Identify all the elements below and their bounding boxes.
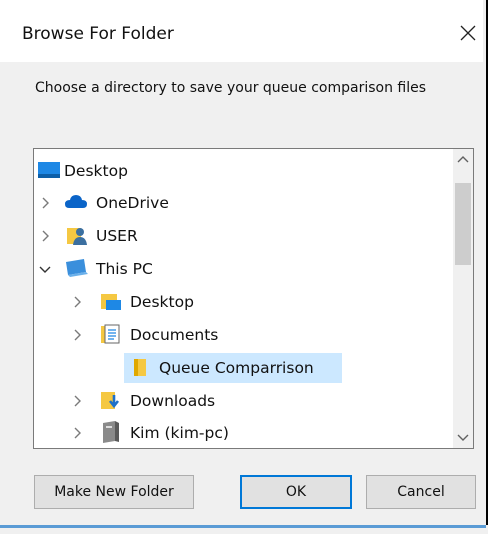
cloud-icon	[64, 193, 88, 215]
tree-item-this-pc[interactable]: This PC	[34, 255, 449, 283]
scroll-up-button[interactable]	[453, 149, 473, 169]
tree-item-label: Kim (kim-pc)	[130, 424, 229, 442]
tree-item-label: Desktop	[130, 293, 194, 311]
tree-item-user[interactable]: USER	[34, 222, 449, 250]
tree-item-label: This PC	[96, 260, 153, 278]
tree-item-label: Desktop	[64, 162, 128, 180]
dialog-title: Browse For Folder	[22, 24, 174, 44]
chevron-right-icon[interactable]	[40, 197, 52, 209]
tree-item-queue-comparrison[interactable]: Queue Comparrison	[34, 354, 449, 382]
chevron-right-icon[interactable]	[72, 329, 84, 341]
chevron-right-icon[interactable]	[72, 427, 84, 439]
tree-scrollbar[interactable]	[453, 149, 473, 448]
scrollbar-thumb[interactable]	[455, 183, 471, 265]
tree-item-label: Downloads	[130, 392, 216, 410]
network-drive-icon	[100, 420, 124, 443]
chevron-down-icon	[457, 434, 469, 441]
folder-tree[interactable]: Desktop OneDrive USER This PC Desktop Do…	[33, 148, 474, 449]
tree-item-label: OneDrive	[96, 194, 169, 212]
tree-item-kim-pc[interactable]: Kim (kim-pc)	[34, 419, 449, 447]
tree-item-downloads[interactable]: Downloads	[34, 387, 449, 415]
browse-for-folder-dialog: Browse For Folder Choose a directory to …	[0, 0, 488, 528]
computer-icon	[64, 258, 88, 280]
tree-item-desktop-root[interactable]: Desktop	[34, 157, 449, 185]
close-icon	[460, 25, 476, 41]
desktop-icon	[37, 160, 61, 182]
chevron-right-icon[interactable]	[72, 296, 84, 308]
user-icon	[66, 224, 90, 246]
instruction-text: Choose a directory to save your queue co…	[35, 80, 427, 96]
ok-button[interactable]: OK	[240, 475, 352, 509]
chevron-right-icon[interactable]	[40, 230, 52, 242]
downloads-icon	[100, 389, 124, 411]
tree-item-onedrive[interactable]: OneDrive	[34, 189, 449, 217]
tree-item-label: Documents	[130, 326, 219, 344]
cancel-button[interactable]: Cancel	[366, 475, 476, 509]
scroll-down-button[interactable]	[453, 428, 473, 448]
dialog-bottom-border	[0, 525, 486, 528]
chevron-up-icon	[457, 156, 469, 163]
documents-icon	[100, 323, 124, 345]
title-bar: Browse For Folder	[0, 0, 483, 62]
chevron-right-icon[interactable]	[72, 395, 84, 407]
close-button[interactable]	[452, 14, 484, 52]
tree-item-desktop[interactable]: Desktop	[34, 288, 449, 316]
make-new-folder-button[interactable]: Make New Folder	[34, 475, 194, 509]
tree-item-label: USER	[96, 227, 138, 245]
folder-icon	[132, 357, 156, 379]
desktop-folder-icon	[100, 291, 124, 313]
tree-item-label: Queue Comparrison	[159, 359, 314, 377]
chevron-down-icon[interactable]	[39, 264, 51, 276]
tree-item-documents[interactable]: Documents	[34, 321, 449, 349]
